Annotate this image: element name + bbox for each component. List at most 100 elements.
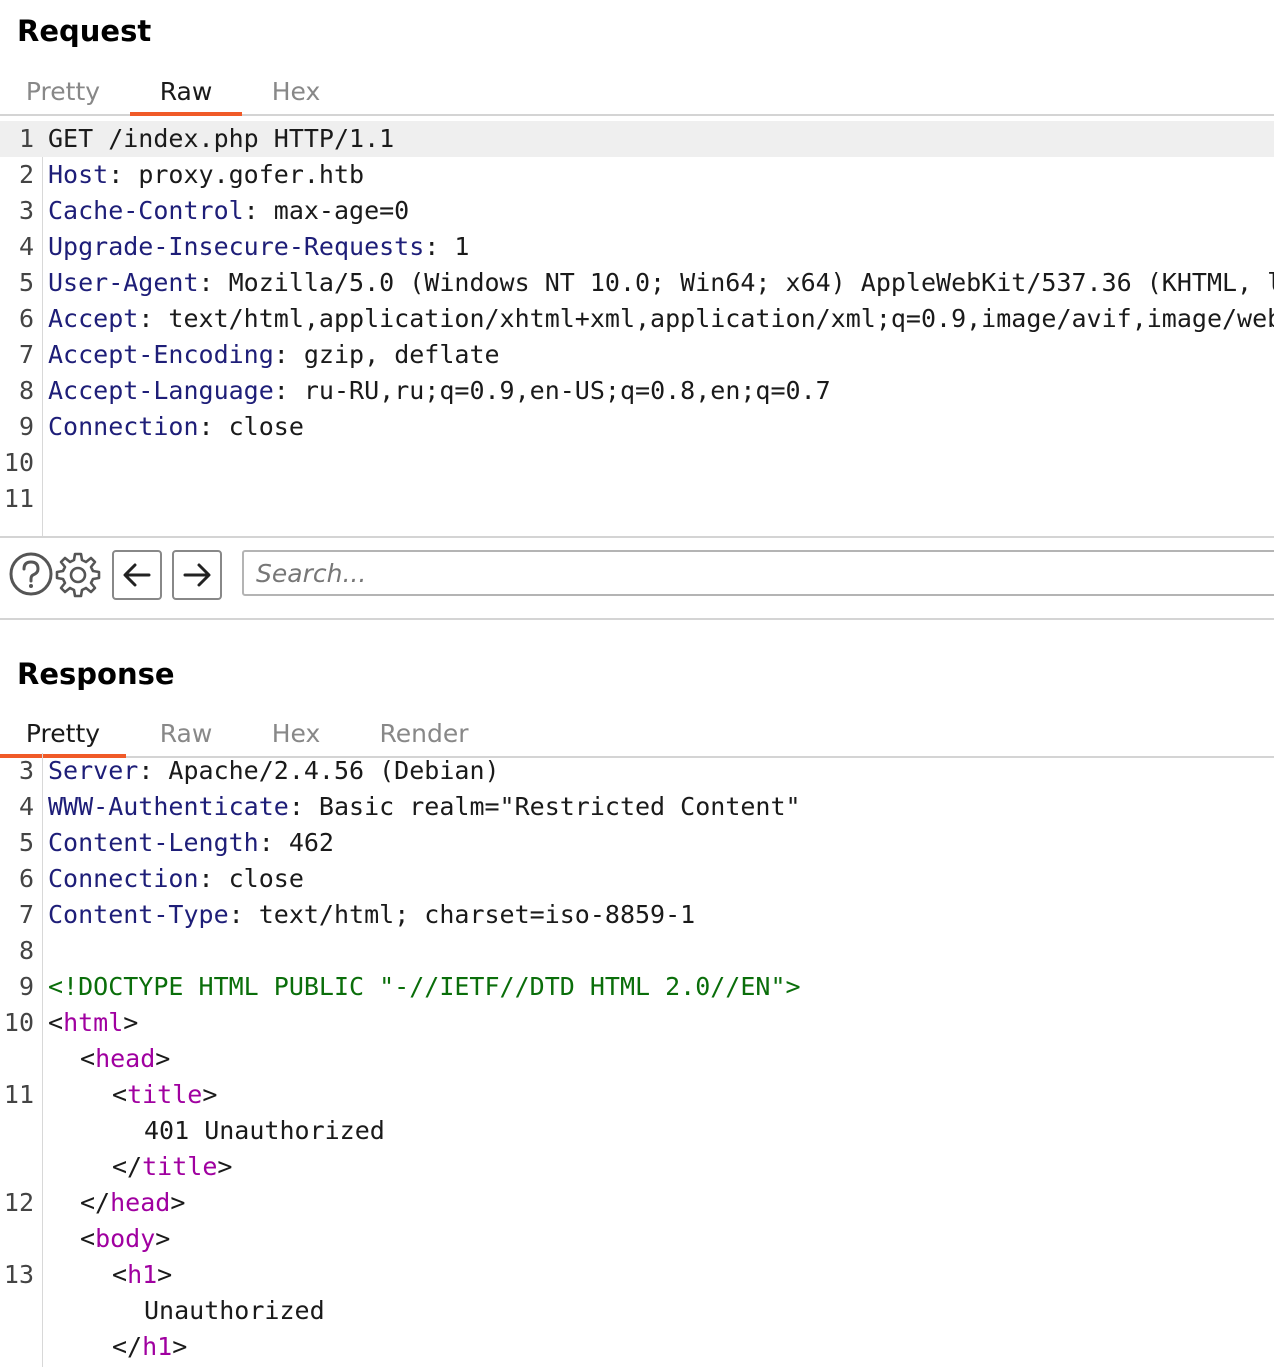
code-line[interactable]: 12 </head> [0,1185,1274,1221]
code-line[interactable]: 10 [0,445,1274,481]
code-line[interactable]: 3 Server: Apache/2.4.56 (Debian) [0,753,1274,789]
code-line[interactable]: 2 Host: proxy.gofer.htb [0,157,1274,193]
header-value: : Mozilla/5.0 (Windows NT 10.0; Win64; x… [198,268,1274,297]
code-content: Server: Apache/2.4.56 (Debian) [48,753,500,789]
tag-bracket: > [155,1044,171,1073]
code-content: WWW-Authenticate: Basic realm="Restricte… [48,789,801,825]
code-content: Cache-Control: max-age=0 [48,193,409,229]
code-line[interactable]: 6 Accept: text/html,application/xhtml+xml… [0,301,1274,337]
line-number: 6 [18,864,34,893]
code-content: Accept-Encoding: gzip, deflate [48,337,500,373]
header-name: Server [48,756,139,785]
code-line[interactable]: Unauthorized [0,1293,1274,1329]
request-title: Request [17,14,152,48]
code-line[interactable]: 7 Accept-Encoding: gzip, deflate [0,337,1274,373]
code-content: Content-Length: 462 [48,825,334,861]
tab-pretty[interactable]: Pretty [0,712,126,758]
help-icon[interactable] [7,550,55,598]
tag-bracket: > [157,1260,173,1289]
tag-bracket: </ [112,1152,143,1181]
tag-name: title [142,1152,218,1181]
header-value: : 1 [424,232,470,261]
code-line[interactable]: 3 Cache-Control: max-age=0 [0,193,1274,229]
tag-name: title [127,1080,203,1109]
code-line[interactable]: 9 <!DOCTYPE HTML PUBLIC "-//IETF//DTD HTM… [0,969,1274,1005]
tag-bracket: > [123,1008,139,1037]
code-line[interactable]: 11 [0,481,1274,517]
code-content: <title> [112,1077,217,1113]
code-content: </title> [112,1149,232,1185]
header-name: Accept-Encoding [48,340,274,369]
code-line[interactable]: 11 <title> [0,1077,1274,1113]
tag-bracket: > [202,1080,218,1109]
tag-bracket: > [155,1224,171,1253]
code-line[interactable]: 4 Upgrade-Insecure-Requests: 1 [0,229,1274,265]
tab-hex[interactable]: Hex [242,70,350,114]
code-line[interactable]: <head> [0,1041,1274,1077]
code-content: Content-Type: text/html; charset=iso-885… [48,897,695,933]
tag-bracket: </ [80,1188,111,1217]
code-content: </h1> [112,1329,187,1365]
header-name: Host [48,160,109,189]
line-number: 5 [18,268,34,297]
code-line[interactable]: <body> [0,1221,1274,1257]
response-editor[interactable]: 3 Server: Apache/2.4.56 (Debian) 4 WWW-Auth… [0,753,1274,1367]
header-name: Accept [48,304,139,333]
code-content: <head> [80,1041,170,1077]
code-line[interactable]: 13 <h1> [0,1257,1274,1293]
request-editor[interactable]: 1 GET /index.php HTTP/1.1 2 Host: proxy.gof… [0,121,1274,536]
search-input[interactable] [242,550,1274,596]
code-line[interactable]: 6 Connection: close [0,861,1274,897]
code-line[interactable]: 8 [0,933,1274,969]
header-value: : Basic realm="Restricted Content" [288,792,801,821]
tag-bracket: < [80,1224,96,1253]
doctype: <!DOCTYPE HTML PUBLIC "-//IETF//DTD HTML… [48,972,801,1001]
line-number: 11 [3,1080,34,1109]
code-line[interactable]: 1 GET /index.php HTTP/1.1 [0,121,1274,157]
code-line[interactable]: </h1> [0,1329,1274,1365]
header-value: : close [198,864,304,893]
code-content: Connection: close [48,409,304,445]
line-number: 9 [18,972,34,1001]
code-content: <body> [80,1221,170,1257]
tab-render[interactable]: Render [352,712,496,756]
code-line[interactable]: </title> [0,1149,1274,1185]
header-value: : Apache/2.4.56 (Debian) [138,756,500,785]
response-tabs: Pretty Raw Hex Render [0,712,1274,758]
line-number: 2 [18,160,34,189]
line-number: 6 [18,304,34,333]
tab-hex[interactable]: Hex [242,712,350,756]
header-value: : gzip, deflate [273,340,500,369]
code-line[interactable]: 10 <html> [0,1005,1274,1041]
request-tabs: Pretty Raw Hex [0,70,1274,116]
code-content: <!DOCTYPE HTML PUBLIC "-//IETF//DTD HTML… [48,969,801,1005]
line-number: 1 [18,124,34,153]
tag-name: h1 [127,1260,158,1289]
code-line[interactable]: 9 Connection: close [0,409,1274,445]
tag-bracket: > [172,1332,188,1361]
code-line[interactable]: 4 WWW-Authenticate: Basic realm="Restrict… [0,789,1274,825]
header-value: : ru-RU,ru;q=0.9,en-US;q=0.8,en;q=0.7 [273,376,831,405]
header-name: Connection [48,412,199,441]
gear-icon[interactable] [54,550,102,598]
text-content: Unauthorized [144,1296,325,1325]
code-line[interactable]: 7 Content-Type: text/html; charset=iso-88… [0,897,1274,933]
code-content: Accept-Language: ru-RU,ru;q=0.9,en-US;q=… [48,373,831,409]
tag-bracket: < [112,1080,128,1109]
line-number: 3 [18,756,34,785]
line-number: 3 [18,196,34,225]
code-line[interactable]: 401 Unauthorized [0,1113,1274,1149]
code-line[interactable]: 8 Accept-Language: ru-RU,ru;q=0.9,en-US;q… [0,373,1274,409]
header-name: Connection [48,864,199,893]
tab-pretty[interactable]: Pretty [0,70,126,114]
code-line[interactable]: 5 Content-Length: 462 [0,825,1274,861]
tab-raw[interactable]: Raw [130,712,242,756]
back-button[interactable] [112,550,162,600]
header-value: : text/html; charset=iso-8859-1 [228,900,696,929]
tag-name: html [63,1008,124,1037]
code-line[interactable]: 5 User-Agent: Mozilla/5.0 (Windows NT 10.… [0,265,1274,301]
forward-button[interactable] [172,550,222,600]
code-content: Unauthorized [144,1293,325,1329]
line-number: 7 [18,340,34,369]
tab-raw[interactable]: Raw [130,70,242,116]
